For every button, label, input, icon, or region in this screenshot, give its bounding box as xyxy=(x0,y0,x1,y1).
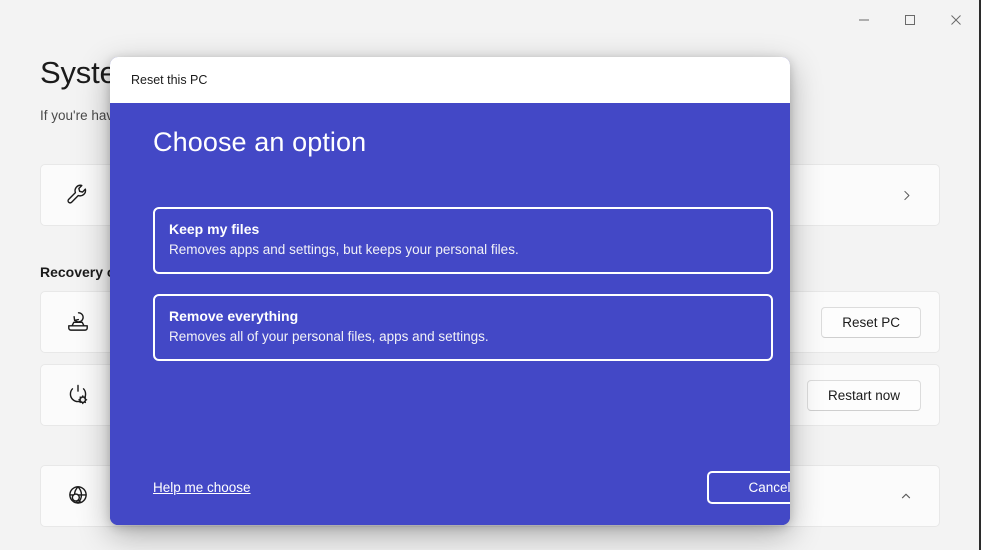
card-action: Restart now xyxy=(806,379,921,411)
reset-this-pc-dialog: Reset this PC Choose an option Keep my f… xyxy=(110,57,790,525)
option-keep-my-files[interactable]: Keep my files Removes apps and settings,… xyxy=(153,207,773,274)
dialog-heading: Choose an option xyxy=(153,127,367,157)
wrench-icon xyxy=(61,182,95,208)
card-action: Reset PC xyxy=(821,306,921,338)
restart-now-button[interactable]: Restart now xyxy=(806,379,921,411)
option-title: Keep my files xyxy=(169,221,260,237)
close-button[interactable] xyxy=(933,0,979,40)
card-action xyxy=(891,489,921,503)
help-me-choose-link[interactable]: Help me choose xyxy=(153,480,251,495)
option-description: Removes all of your personal files, apps… xyxy=(169,329,489,344)
maximize-icon xyxy=(904,14,916,26)
option-remove-everything[interactable]: Remove everything Removes all of your pe… xyxy=(153,294,773,361)
chevron-right-icon[interactable] xyxy=(891,189,921,202)
window-titlebar xyxy=(0,0,979,40)
globe-help-icon xyxy=(61,483,95,509)
minimize-button[interactable] xyxy=(841,0,887,40)
reset-pc-icon xyxy=(61,309,95,335)
close-icon xyxy=(950,14,962,26)
dialog-titlebar: Reset this PC xyxy=(110,57,790,103)
reset-pc-button[interactable]: Reset PC xyxy=(821,306,921,338)
minimize-icon xyxy=(858,14,870,26)
advanced-startup-icon xyxy=(61,382,95,408)
dialog-title: Reset this PC xyxy=(131,73,208,87)
card-action xyxy=(891,189,921,202)
chevron-up-icon[interactable] xyxy=(891,489,921,503)
option-description: Removes apps and settings, but keeps you… xyxy=(169,242,519,257)
cancel-button[interactable]: Cancel xyxy=(707,470,790,504)
dialog-footer: Help me choose Cancel xyxy=(153,467,790,507)
maximize-button[interactable] xyxy=(887,0,933,40)
dialog-body: Choose an option Keep my files Removes a… xyxy=(110,103,790,525)
option-title: Remove everything xyxy=(169,308,299,324)
